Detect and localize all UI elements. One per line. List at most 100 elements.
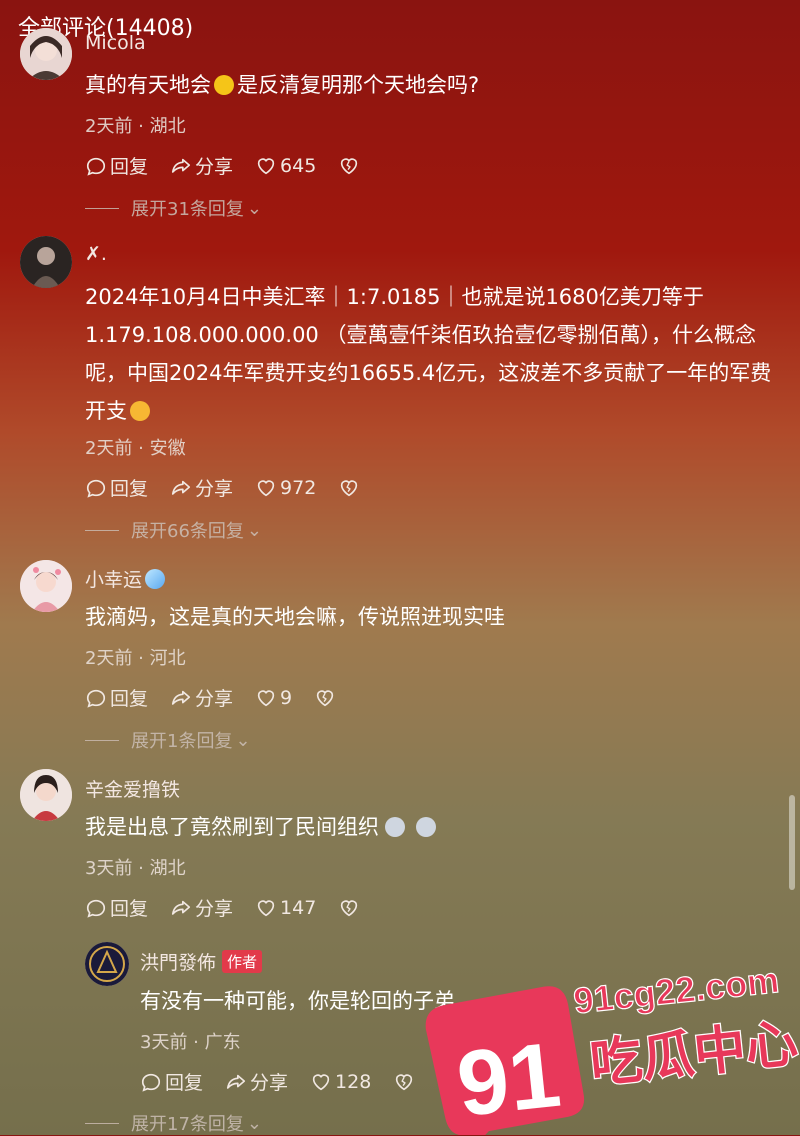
author-badge: 作者 bbox=[222, 950, 263, 973]
avatar[interactable] bbox=[85, 942, 129, 986]
comment-actions: 回复 分享 9 bbox=[85, 684, 361, 711]
heart-icon bbox=[257, 899, 275, 916]
reply-label: 回复 bbox=[110, 898, 149, 920]
share-button[interactable]: 分享 bbox=[170, 152, 233, 179]
watermark-logo: 91 91cg22.com 吃瓜中心 bbox=[425, 959, 800, 1135]
chevron-down-icon: ⌄ bbox=[246, 197, 262, 219]
comment-username[interactable]: ✗. bbox=[85, 243, 107, 265]
share-button[interactable]: 分享 bbox=[170, 894, 233, 921]
reply-button[interactable]: 回复 bbox=[85, 474, 148, 501]
comment-meta: 2天前 · 河北 bbox=[85, 648, 186, 669]
comment-text: 我是出息了竟然刷到了民间组织 bbox=[85, 808, 775, 846]
expand-label: 展开1条回复 bbox=[131, 731, 233, 752]
reply-icon bbox=[86, 479, 106, 498]
share-label: 分享 bbox=[195, 688, 234, 710]
dislike-button[interactable] bbox=[338, 155, 363, 177]
avatar[interactable] bbox=[20, 560, 72, 612]
avatar[interactable] bbox=[20, 28, 72, 80]
dislike-button[interactable] bbox=[314, 687, 339, 709]
dislike-button[interactable] bbox=[338, 477, 363, 499]
comment-text-suffix: 是反清复明那个天地会吗? bbox=[237, 73, 480, 97]
like-count: 147 bbox=[280, 896, 317, 919]
heart-icon bbox=[257, 689, 275, 706]
expand-replies[interactable]: 展开66条回复 ⌄ bbox=[85, 517, 262, 543]
reply-button[interactable]: 回复 bbox=[140, 1068, 203, 1095]
reply-button[interactable]: 回复 bbox=[85, 684, 148, 711]
laughing-emoji-icon bbox=[130, 401, 150, 421]
chevron-down-icon: ⌄ bbox=[246, 519, 262, 541]
heart-icon bbox=[312, 1073, 330, 1090]
scrollbar[interactable] bbox=[789, 795, 795, 890]
share-label: 分享 bbox=[195, 156, 234, 178]
like-count: 645 bbox=[280, 154, 317, 177]
reply-label: 回复 bbox=[165, 1072, 204, 1094]
like-button[interactable]: 645 bbox=[255, 155, 316, 177]
expand-replies[interactable]: 展开1条回复 ⌄ bbox=[85, 727, 251, 753]
share-button[interactable]: 分享 bbox=[170, 474, 233, 501]
heart-icon bbox=[257, 157, 275, 174]
share-icon bbox=[171, 158, 191, 173]
watermark-name: 吃瓜中心 bbox=[587, 1014, 800, 1095]
dislike-button[interactable] bbox=[338, 897, 363, 919]
divider bbox=[85, 1122, 119, 1124]
expand-label: 展开17条回复 bbox=[131, 1114, 244, 1135]
reply-button[interactable]: 回复 bbox=[85, 894, 148, 921]
expand-replies[interactable]: 展开31条回复 ⌄ bbox=[85, 195, 262, 221]
heart-icon bbox=[257, 479, 275, 496]
like-count: 128 bbox=[335, 1070, 372, 1093]
comment-username[interactable]: Micola bbox=[85, 32, 146, 54]
comment-meta: 2天前 · 安徽 bbox=[85, 438, 186, 459]
like-button[interactable]: 147 bbox=[255, 897, 316, 919]
reply-button[interactable]: 回复 bbox=[85, 152, 148, 179]
expand-label: 展开66条回复 bbox=[131, 521, 244, 542]
reply-actions: 回复 分享 128 bbox=[140, 1068, 440, 1095]
scream-emoji-icon bbox=[214, 75, 234, 95]
share-button[interactable]: 分享 bbox=[170, 684, 233, 711]
like-button[interactable]: 9 bbox=[255, 687, 292, 709]
share-label: 分享 bbox=[195, 478, 234, 500]
reply-label: 回复 bbox=[110, 688, 149, 710]
comment-text: 我滴妈，这是真的天地会嘛，传说照进现实哇 bbox=[85, 605, 505, 629]
reply-meta: 3天前 · 广东 bbox=[140, 1032, 241, 1053]
share-label: 分享 bbox=[250, 1072, 289, 1094]
dislike-button[interactable] bbox=[393, 1071, 418, 1093]
comment-meta: 2天前 · 湖北 bbox=[85, 116, 186, 137]
reply-icon bbox=[86, 157, 106, 176]
share-label: 分享 bbox=[195, 898, 234, 920]
divider bbox=[85, 529, 119, 531]
watermark-site: 91cg22.com bbox=[572, 959, 781, 1021]
share-icon bbox=[226, 1074, 246, 1089]
chevron-down-icon: ⌄ bbox=[235, 729, 251, 751]
comment-text-part: 我是出息了竟然刷到了民间组织 bbox=[85, 815, 379, 839]
comment-username[interactable]: 小幸运 bbox=[85, 565, 168, 592]
share-icon bbox=[171, 480, 191, 495]
broken-heart-icon bbox=[341, 899, 358, 916]
share-icon bbox=[171, 690, 191, 705]
reply-icon bbox=[86, 689, 106, 708]
chevron-down-icon: ⌄ bbox=[246, 1112, 262, 1134]
like-button[interactable]: 972 bbox=[255, 477, 316, 499]
comment-text-part: 2024年10月4日中美汇率｜1:7.0185｜也就是说1680亿美刀等于1.1… bbox=[85, 285, 772, 423]
reply-icon bbox=[86, 899, 106, 918]
comment-meta: 3天前 · 湖北 bbox=[85, 858, 186, 879]
comment-actions: 回复 分享 147 bbox=[85, 894, 385, 921]
like-count: 972 bbox=[280, 476, 317, 499]
reply-username[interactable]: 洪門發佈 作者 bbox=[140, 948, 263, 975]
reply-icon bbox=[141, 1073, 161, 1092]
comment-text: 真的有天地会 是反清复明那个天地会吗? bbox=[85, 66, 775, 104]
share-button[interactable]: 分享 bbox=[225, 1068, 288, 1095]
watermark-number: 91 bbox=[453, 1024, 565, 1135]
broken-heart-icon bbox=[341, 157, 358, 174]
reply-label: 回复 bbox=[110, 478, 149, 500]
broken-heart-icon bbox=[316, 689, 334, 706]
like-button[interactable]: 128 bbox=[310, 1071, 371, 1093]
broken-heart-icon bbox=[341, 479, 358, 496]
avatar[interactable] bbox=[20, 769, 72, 821]
comet-emoji-icon bbox=[145, 569, 166, 589]
expand-replies[interactable]: 展开17条回复 ⌄ bbox=[85, 1110, 262, 1136]
avatar[interactable] bbox=[20, 236, 72, 288]
username-text: 洪門發佈 bbox=[140, 952, 217, 974]
username-text: 小幸运 bbox=[85, 569, 143, 591]
comment-username[interactable]: 辛金爱撸铁 bbox=[85, 775, 180, 802]
comment-text-part: 真的有天地会 bbox=[85, 73, 211, 97]
